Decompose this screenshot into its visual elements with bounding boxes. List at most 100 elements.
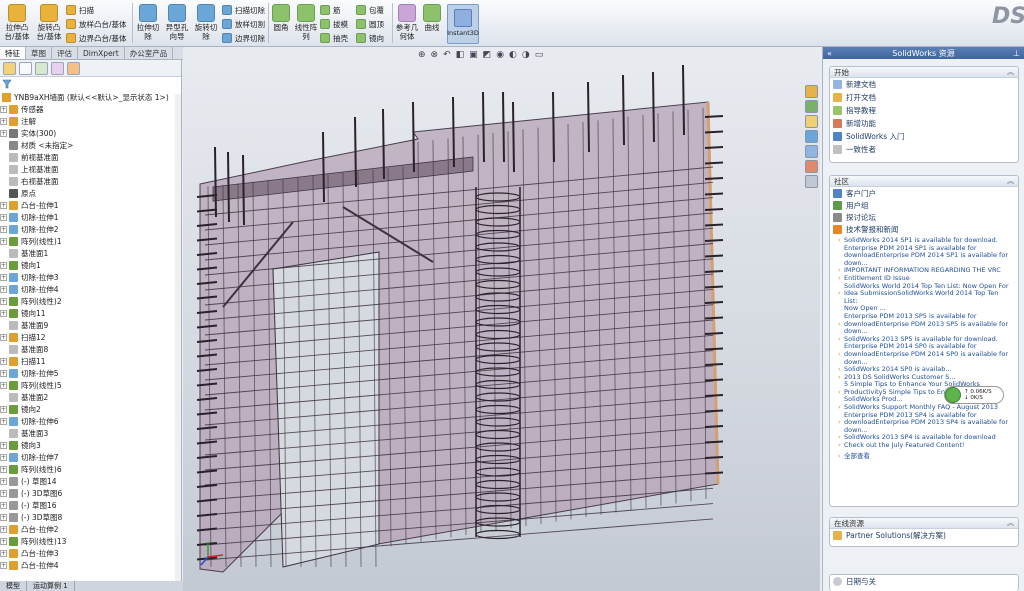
tree-item[interactable]: + 镜向3	[0, 439, 181, 451]
display-manager-tab-icon[interactable]	[67, 61, 80, 75]
expand-icon[interactable]: +	[0, 129, 7, 137]
tree-item[interactable]: + 切除-拉伸4	[0, 283, 181, 295]
tree-item[interactable]: + 凸台-拉伸3	[0, 547, 181, 559]
tree-item[interactable]: + (-) 3D草图8	[0, 511, 181, 523]
tree-item[interactable]: + 扫描11	[0, 355, 181, 367]
community-item[interactable]: 探讨论坛	[830, 211, 1018, 223]
tree-item[interactable]: 材质 <未指定>	[0, 139, 181, 151]
resources-tab-icon[interactable]	[805, 85, 818, 98]
reference-geometry-button[interactable]: 参考几 何体	[394, 4, 420, 41]
tree-item[interactable]: + 凸台-拉伸4	[0, 559, 181, 571]
expand-icon[interactable]: +	[0, 513, 7, 521]
expand-icon[interactable]: +	[0, 381, 7, 389]
extrude-cut-button[interactable]: 拉伸切 除	[134, 4, 162, 41]
expand-icon[interactable]: +	[0, 525, 7, 533]
boundary-boss-button[interactable]: 边界凸台/基体	[66, 32, 127, 44]
dimxpert-manager-tab-icon[interactable]	[51, 61, 64, 75]
tree-item[interactable]: + 注解	[0, 115, 181, 127]
expand-icon[interactable]: +	[0, 477, 7, 485]
feature-tree-tab-icon[interactable]	[3, 61, 16, 75]
rebar-wall-model[interactable]	[183, 47, 820, 591]
community-item[interactable]: 用户组	[830, 199, 1018, 211]
tree-item[interactable]: + 切除-拉伸3	[0, 271, 181, 283]
shell-button[interactable]: 抽壳	[320, 32, 348, 44]
start-item[interactable]: 新建文档	[830, 78, 1018, 91]
tree-item[interactable]: + 镜向1	[0, 259, 181, 271]
expand-icon[interactable]: +	[0, 237, 7, 245]
expand-icon[interactable]: +	[0, 561, 7, 569]
start-item[interactable]: 新增功能	[830, 117, 1018, 130]
tree-item[interactable]: + (-) 草图16	[0, 499, 181, 511]
expand-icon[interactable]: +	[0, 489, 7, 497]
dome-button[interactable]: 圆顶	[356, 18, 384, 30]
tree-item[interactable]: + 实体(300)	[0, 127, 181, 139]
expand-icon[interactable]: +	[0, 261, 7, 269]
tree-root[interactable]: YNB9aXH墙面 (默认<<默认>_显示状态 1>)	[0, 91, 181, 103]
tab-dimxpert[interactable]: DimXpert	[78, 47, 125, 59]
tab-sketch[interactable]: 草图	[26, 47, 52, 59]
start-item[interactable]: 打开文档	[830, 91, 1018, 104]
tree-item[interactable]: + (-) 草图14	[0, 475, 181, 487]
tree-item[interactable]: 上视基准面	[0, 163, 181, 175]
tree-item[interactable]: 基准面3	[0, 427, 181, 439]
tab-features[interactable]: 特征	[0, 47, 26, 59]
tree-item[interactable]: 基准面8	[0, 343, 181, 355]
filter-icon[interactable]	[2, 79, 12, 89]
network-speed-widget[interactable]: ↑ 0.06K/S ↓ 0K/S	[944, 386, 1004, 404]
expand-icon[interactable]: +	[0, 537, 7, 545]
custom-properties-tab-icon[interactable]	[805, 175, 818, 188]
hole-wizard-button[interactable]: 异型孔 向导	[163, 4, 191, 41]
expand-icon[interactable]: +	[0, 213, 7, 221]
tree-item[interactable]: 前视基准面	[0, 151, 181, 163]
swept-cut-button[interactable]: 扫描切除	[222, 4, 265, 16]
sweep-button[interactable]: 扫描	[66, 4, 94, 16]
expand-icon[interactable]: +	[0, 357, 7, 365]
tab-model[interactable]: 模型	[0, 581, 27, 591]
collapse-chevron-icon[interactable]: ︽	[1007, 67, 1014, 78]
start-item[interactable]: SolidWorks 入门	[830, 130, 1018, 143]
pin-icon[interactable]: ⊥	[1013, 49, 1020, 58]
search-tab-icon[interactable]	[805, 130, 818, 143]
collapse-chevron-icon[interactable]: ︽	[1007, 176, 1014, 187]
collapse-chevron-icon[interactable]: ︽	[1007, 518, 1014, 529]
configuration-manager-tab-icon[interactable]	[35, 61, 48, 75]
tree-item[interactable]: + (-) 3D草图6	[0, 487, 181, 499]
boundary-cut-button[interactable]: 边界切除	[222, 32, 265, 44]
tree-item[interactable]: + 切除-拉伸5	[0, 367, 181, 379]
rib-button[interactable]: 筋	[320, 4, 341, 16]
tree-item[interactable]: + 传感器	[0, 103, 181, 115]
tree-item[interactable]: + 阵列(线性)5	[0, 379, 181, 391]
expand-icon[interactable]: +	[0, 333, 7, 341]
expand-icon[interactable]: +	[0, 201, 7, 209]
start-item[interactable]: 指导教程	[830, 104, 1018, 117]
tab-office-products[interactable]: 办公室产品	[125, 47, 174, 59]
tree-item[interactable]: + 扫描12	[0, 331, 181, 343]
tree-item[interactable]: + 镜向11	[0, 307, 181, 319]
tree-scrollbar[interactable]	[175, 94, 181, 581]
partner-solutions-link[interactable]: Partner Solutions(解决方案)	[830, 529, 1018, 542]
instant3d-button[interactable]: Instant3D	[447, 4, 479, 44]
mirror-button[interactable]: 镜向	[356, 32, 384, 44]
tree-item[interactable]: + 阵列(线性)2	[0, 295, 181, 307]
tree-item[interactable]: 右视基准面	[0, 175, 181, 187]
community-item[interactable]: 客户门户	[830, 187, 1018, 199]
expand-icon[interactable]: +	[0, 117, 7, 125]
tree-item[interactable]: + 切除-拉伸1	[0, 211, 181, 223]
expand-icon[interactable]: +	[0, 465, 7, 473]
tree-item[interactable]: + 凸台-拉伸2	[0, 523, 181, 535]
tree-item[interactable]: + 阵列(线性)13	[0, 535, 181, 547]
tree-item[interactable]: 原点	[0, 187, 181, 199]
community-item[interactable]: 技术警报和新闻	[830, 223, 1018, 235]
tree-item[interactable]: 基准面2	[0, 391, 181, 403]
expand-icon[interactable]: +	[0, 501, 7, 509]
tab-evaluate[interactable]: 评估	[52, 47, 78, 59]
wrap-button[interactable]: 包覆	[356, 4, 384, 16]
graphics-area[interactable]: ⊕ ⊗ ↶ ◧ ▣ ◩ ◉ ◐ ◑ ▭	[183, 47, 820, 591]
start-item[interactable]: 一致性者	[830, 143, 1018, 156]
tab-motion-study[interactable]: 运动算例 1	[27, 581, 75, 591]
tree-item[interactable]: 基准面9	[0, 319, 181, 331]
subscription-link[interactable]: 日期与关	[830, 575, 1018, 588]
draft-button[interactable]: 拔模	[320, 18, 348, 30]
collapse-icon[interactable]: «	[827, 49, 832, 58]
curves-button[interactable]: 曲线	[421, 4, 443, 32]
